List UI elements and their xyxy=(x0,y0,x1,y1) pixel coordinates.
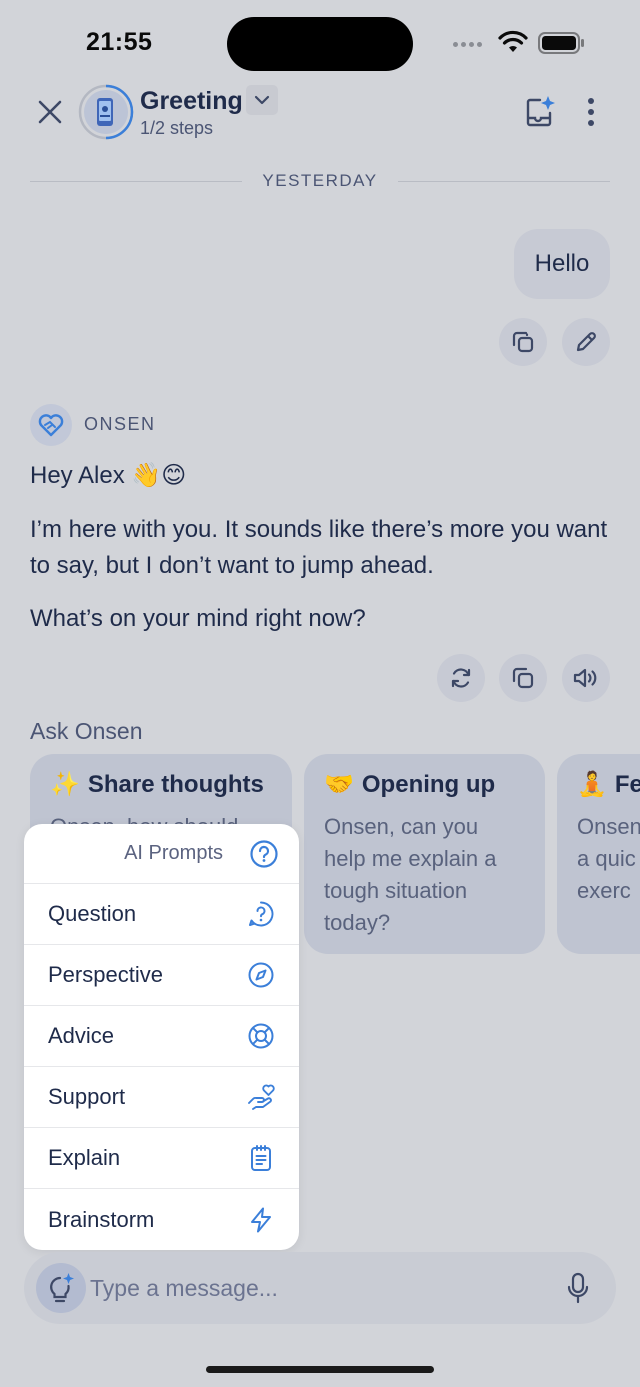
prompt-option-label: Support xyxy=(48,1084,126,1109)
help-circle-icon[interactable] xyxy=(249,839,279,869)
message-input[interactable] xyxy=(90,1266,530,1310)
prompt-option-explain[interactable]: Explain xyxy=(24,1128,299,1189)
card-title: Share thoughts xyxy=(87,770,264,798)
date-label: YESTERDAY xyxy=(262,171,378,190)
dynamic-island xyxy=(227,17,413,71)
assistant-name: ONSEN xyxy=(84,414,156,434)
user-message-bubble: Hello xyxy=(514,229,610,299)
prompt-option-label: Brainstorm xyxy=(48,1206,155,1232)
battery-icon xyxy=(538,32,584,54)
chevron-down-icon xyxy=(254,95,270,105)
onsen-avatar xyxy=(30,404,72,446)
onsen-logo-icon xyxy=(38,414,64,437)
title-dropdown-button[interactable] xyxy=(246,85,278,115)
prompt-card-opening-up[interactable]: 🤝 Opening up Onsen, can you help me expla… xyxy=(304,754,545,954)
progress-avatar xyxy=(78,84,134,140)
microphone-button[interactable] xyxy=(558,1268,598,1308)
refresh-icon xyxy=(451,668,471,688)
prompt-option-label: Explain xyxy=(48,1145,121,1170)
clipboard-icon xyxy=(251,1145,271,1171)
home-indicator[interactable] xyxy=(206,1366,434,1373)
close-button[interactable] xyxy=(30,92,70,132)
handshake-icon: 🤝 xyxy=(324,771,354,798)
more-vertical-icon xyxy=(588,98,594,126)
lightning-icon xyxy=(251,1207,271,1232)
prompt-option-label: Advice xyxy=(48,1023,115,1048)
copy-assistant-message-button[interactable] xyxy=(499,654,547,702)
lightbulb-sparkle-icon xyxy=(50,1273,74,1303)
pencil-icon xyxy=(576,332,596,352)
compass-icon xyxy=(248,962,274,988)
more-options-button[interactable] xyxy=(574,92,608,132)
page-title: Greeting xyxy=(140,87,243,115)
assistant-paragraph: I’m here with you. It sounds like there’… xyxy=(30,516,608,579)
prompt-option-advice[interactable]: Advice xyxy=(24,1006,299,1067)
prompt-option-label: Question xyxy=(48,901,137,926)
signal-icon xyxy=(453,42,482,47)
ai-prompts-title: AI Prompts xyxy=(124,842,223,864)
copy-icon xyxy=(512,667,534,689)
assistant-paragraph: What’s on your mind right now? xyxy=(30,605,366,632)
meditation-icon: 🧘 xyxy=(577,771,607,798)
microphone-icon xyxy=(567,1272,589,1304)
divider-line-right xyxy=(397,180,610,182)
ask-onsen-label: Ask Onsen xyxy=(30,718,143,744)
prompt-option-label: Perspective xyxy=(48,962,163,987)
assistant-paragraph: Hey Alex 👋😊 xyxy=(30,462,187,489)
regenerate-button[interactable] xyxy=(437,654,485,702)
question-bubble-icon xyxy=(249,901,274,927)
ai-prompts-toggle-button[interactable] xyxy=(36,1263,86,1313)
prompt-option-brainstorm[interactable]: Brainstorm xyxy=(24,1189,299,1250)
prompt-option-perspective[interactable]: Perspective xyxy=(24,945,299,1006)
divider-line-left xyxy=(30,180,243,182)
sparkles-icon: ✨ xyxy=(50,771,80,798)
prompt-card-partial[interactable]: 🧘 Fe Onsen a quic exerc xyxy=(557,754,640,954)
speaker-icon xyxy=(573,668,597,688)
status-time: 21:55 xyxy=(86,28,153,56)
lifebuoy-icon xyxy=(248,1023,274,1049)
card-body: Onsen, can you help me explain a tough s… xyxy=(324,814,497,935)
card-title: Fe xyxy=(614,770,640,798)
new-note-button[interactable] xyxy=(520,92,560,132)
date-divider: YESTERDAY xyxy=(30,170,610,192)
close-icon xyxy=(38,100,62,124)
ai-prompts-header: AI Prompts xyxy=(24,824,299,884)
prompt-option-support[interactable]: Support xyxy=(24,1067,299,1128)
edit-message-button[interactable] xyxy=(562,318,610,366)
prompt-option-question[interactable]: Question xyxy=(24,884,299,945)
card-body: Onsen a quic exerc xyxy=(577,814,640,903)
copy-icon xyxy=(512,331,534,353)
step-progress: 1/2 steps xyxy=(140,118,214,138)
wifi-icon xyxy=(498,30,528,52)
read-aloud-button[interactable] xyxy=(562,654,610,702)
ai-prompts-menu: AI Prompts Question Perspective Advice S… xyxy=(24,824,299,1250)
hand-heart-icon xyxy=(248,1084,275,1110)
card-title: Opening up xyxy=(361,770,496,798)
note-sparkle-icon xyxy=(526,96,555,127)
copy-user-message-button[interactable] xyxy=(499,318,547,366)
